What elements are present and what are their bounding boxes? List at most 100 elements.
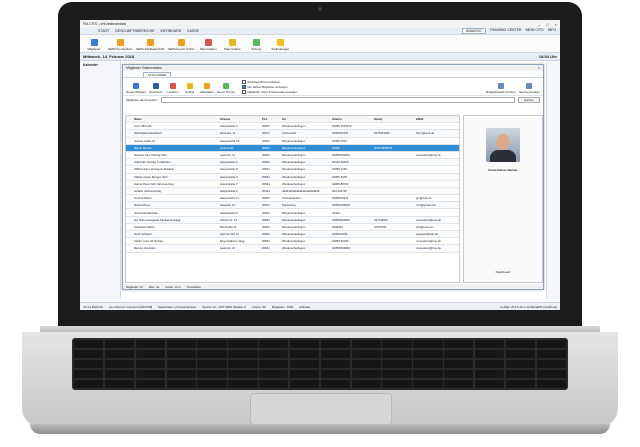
cell-plz: 26831 xyxy=(262,138,270,143)
cell-plz: 26831 xyxy=(262,217,270,222)
status-item: Datenbank: ehf-testmandant xyxy=(158,304,197,309)
ribbon-button-0[interactable]: Mitglieder xyxy=(84,36,104,51)
ribbon-button-icon xyxy=(204,39,212,46)
cell-phone: 04955-5478 xyxy=(332,174,347,179)
ribbon-button-7[interactable]: Stellmanager xyxy=(270,36,290,51)
table-row[interactable]: Waltelfgast Hasselhorf Moorstra. 11 26671 A… xyxy=(126,130,459,138)
toolbar-button-2[interactable]: Löschen xyxy=(166,83,180,94)
toolbar-button-4[interactable]: Aktivitäten xyxy=(200,83,214,94)
ribbon-button-6[interactable]: Sitzung xyxy=(246,36,266,51)
person-body-icon xyxy=(490,150,516,162)
menu-geschaeftsbereiche[interactable]: GESCHÄFTSBEREICHE xyxy=(115,29,154,33)
cell-street: Hauptstraße 11 xyxy=(220,196,240,201)
table-row[interactable]: Gerd Schipper Hamner Allc 11 26831 Wiedener… xyxy=(126,231,459,239)
toolbar-button-0[interactable]: Neues Mitglied xyxy=(126,83,146,94)
keyboard-key xyxy=(259,379,289,388)
print-button-label: Mitgliedskarte drucken xyxy=(485,90,516,94)
filter-checkbox-0[interactable]: Suchbegriff hervorheben xyxy=(241,79,298,84)
keyboard-key xyxy=(474,379,505,388)
cell-phone: 0495544 xyxy=(332,224,343,229)
table-row[interactable]: Sebastian Müller Benstraße 11 26831 Wiedene… xyxy=(126,224,459,231)
cell-city: Wiedenerheitingen xyxy=(282,124,306,129)
column-header-mobile[interactable]: Handy xyxy=(374,117,416,121)
checkbox-icon[interactable] xyxy=(241,84,247,89)
filter-checkbox-2[interactable]: Mitglieder ohne Trainpender anzeigen xyxy=(241,89,298,94)
checkbox-icon[interactable] xyxy=(241,89,247,94)
cell-phone: 04952/52451 xyxy=(332,131,349,136)
keyboard-key xyxy=(289,359,320,369)
table-row[interactable]: Gama Monatstarife Hauptstraße 9 26831 Wiede… xyxy=(126,209,459,217)
table-row[interactable]: Rainer Becker Lindenhöfe 26831 Wiedenerheit… xyxy=(126,144,459,152)
ribbon-button-5[interactable]: Stammsätze xyxy=(222,36,242,51)
search-input[interactable] xyxy=(160,96,515,103)
column-header-phone[interactable]: Telefon xyxy=(332,117,374,121)
keyboard-key xyxy=(289,340,320,349)
table-row[interactable]: Wilfried Fam Vertrag zu Mariann Hauptstra… xyxy=(126,166,459,174)
minimize-icon[interactable]: – xyxy=(538,22,540,27)
tab-mitglieder[interactable]: MITGLIEDER xyxy=(143,72,172,77)
toolbar-button-1[interactable]: Speichern xyxy=(149,83,163,94)
ribbon-button-2[interactable]: SEPA Rücklastschrift xyxy=(136,36,164,51)
keyboard-key xyxy=(536,340,566,349)
table-row[interactable]: der Tost neuangelde Monkenvertragg Hinric… xyxy=(126,216,459,224)
toolbar-button-icon xyxy=(203,83,210,89)
print-button-0[interactable]: Mitgliedskarte drucken xyxy=(486,83,516,94)
cell-plz: 26831 xyxy=(262,239,270,244)
cell-plz: 26831 xyxy=(262,124,270,129)
table-row[interactable]: Gerhud Meyer Hauptstraße 11 26831 Ostrhaude… xyxy=(126,195,459,203)
close-icon[interactable]: × xyxy=(555,22,557,27)
column-header-email[interactable]: EMail xyxy=(416,117,456,121)
ribbon-button-1[interactable]: SEPA Kundenliste xyxy=(108,36,132,51)
column-header-name[interactable]: Name xyxy=(134,117,220,121)
keyboard-key xyxy=(197,369,227,379)
column-header-city[interactable]: Ort xyxy=(282,117,332,121)
toolbar-button-3[interactable]: E-Mail xyxy=(183,83,197,94)
keyboard-key xyxy=(505,340,536,349)
checkbox-icon[interactable] xyxy=(241,79,247,84)
column-header-street[interactable]: Strasse xyxy=(220,117,262,121)
keyboard-key xyxy=(351,369,381,379)
dialog-status-item: Mitglieder: 16 xyxy=(126,284,143,289)
cell-city: Wiedenerheitingen xyxy=(282,160,306,165)
menu-start[interactable]: START xyxy=(98,29,109,33)
menu-kasse[interactable]: KASSE xyxy=(187,29,199,33)
ribbon-button-icon xyxy=(276,39,284,46)
table-row[interactable]: Johann Jahresvertrag Hauptstraße 6 25444 dd… xyxy=(126,187,459,196)
calendar-header[interactable]: Kalender xyxy=(80,61,120,69)
cell-street: Hauptstraße 3 xyxy=(220,124,238,129)
table-row[interactable]: Marcus Voeckers Lawerstr. 3c 26831 Wiedener… xyxy=(126,245,459,253)
ribbon-button-4[interactable]: Stammdaten xyxy=(198,36,218,51)
menu-info[interactable]: INFO xyxy=(548,28,556,34)
menu-inbasso[interactable]: INBASSO xyxy=(461,28,486,34)
table-row[interactable]: Martin Meyer Hauptstr. 15 26871 Papenburg 04… xyxy=(126,202,459,210)
cell-street: Benstraße 11 xyxy=(220,224,237,229)
table-row[interactable]: Herbert Adam 22 Hauptstraße 19 26831 Wieden… xyxy=(126,138,459,145)
keyboard-key xyxy=(228,369,258,379)
ribbon-button-3[interactable]: SEPA Export Archiv xyxy=(168,36,194,51)
table-row[interactable]: Anja Fahr Vertrag zu Mariann Hauptstraße … xyxy=(126,159,459,167)
keyboard-key xyxy=(382,379,412,388)
keyboard-key xyxy=(382,340,412,349)
dialog-close-icon[interactable]: × xyxy=(538,66,540,70)
toolbar-button-5[interactable]: Neuer Termin xyxy=(217,83,235,94)
print-button-1[interactable]: Vertrag drucken xyxy=(519,83,540,94)
menu-mein-cito[interactable]: MEIN CITO xyxy=(526,28,544,34)
menu-infoboard[interactable]: INFOBOARD xyxy=(160,29,181,33)
filter-checkbox-1[interactable]: Nur aktive Mitglieder anzeigen xyxy=(241,84,298,89)
status-item: v6.4.2 Build 66 xyxy=(83,304,103,309)
keyboard-key xyxy=(474,349,505,359)
table-row[interactable]: Steller unter 18 Vertrag Meyerstabens 11g… xyxy=(126,238,459,246)
maximize-icon[interactable]: □ xyxy=(546,22,548,27)
keyboard-key xyxy=(382,349,412,359)
table-row[interactable]: Lenz Ulli Kelle Hauptstraße 3 26831 Wiedene… xyxy=(126,123,459,131)
date-bar: Mittwoch, 14. Februar 2018 18:54 Uhr xyxy=(80,53,560,61)
member-photo xyxy=(486,128,520,162)
column-header-plz[interactable]: PLZ xyxy=(262,117,282,121)
search-button[interactable]: Suchen xyxy=(517,96,540,103)
menu-training-center[interactable]: TRAINING CENTER xyxy=(490,28,522,34)
table-row[interactable]: Hanna Peter halb Jahresvertrag Hauptstraß… xyxy=(126,181,459,188)
dashboard-link[interactable]: Dashboard xyxy=(464,270,542,274)
table-row[interactable]: Mariann Fam Vertrag 12M Lawerstr. 3c 26831… xyxy=(126,152,459,160)
table-row[interactable]: Sabine Guten Morgen Tarif Hauptstraße 3 26… xyxy=(126,173,459,181)
member-name: Firma Rainer Becker xyxy=(488,168,518,172)
